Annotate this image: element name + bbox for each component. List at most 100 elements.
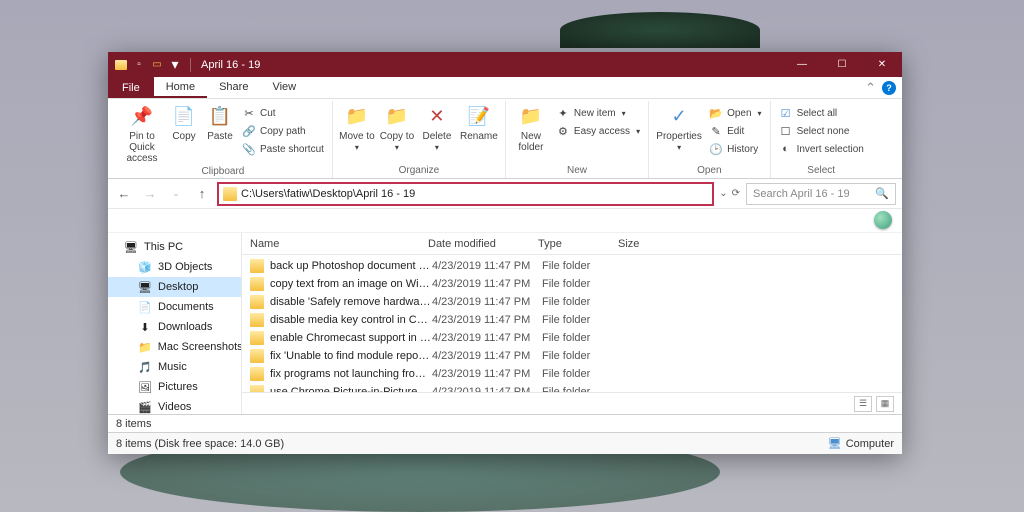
nav-item[interactable]: 🎵Music: [108, 357, 241, 377]
folder-icon: [250, 313, 264, 327]
nav-item[interactable]: ⬇Downloads: [108, 317, 241, 337]
column-headers[interactable]: Name Date modified Type Size: [242, 233, 902, 255]
file-row[interactable]: fix 'Unable to find module repositories'…: [242, 347, 902, 365]
properties-button[interactable]: ✓Properties▾: [655, 103, 703, 153]
copy-icon: 📄: [170, 105, 198, 129]
new-item-button[interactable]: ✦New item▾: [554, 105, 642, 121]
file-row[interactable]: enable Chromecast support in Chromiu...4…: [242, 329, 902, 347]
nav-item-icon: 🖼: [138, 380, 152, 394]
cut-button[interactable]: ✂Cut: [240, 105, 326, 121]
file-list[interactable]: back up Photoshop document presets 4/23/2…: [242, 255, 902, 392]
file-name: back up Photoshop document presets: [270, 260, 432, 272]
copyto-icon: 📁: [383, 105, 411, 129]
group-open-label: Open: [697, 163, 721, 178]
nav-item-icon: 📄: [138, 300, 152, 314]
copy-path-button[interactable]: 🔗Copy path: [240, 123, 326, 139]
address-dropdown-icon[interactable]: ⌄: [719, 188, 727, 199]
col-name[interactable]: Name: [250, 238, 428, 250]
back-button[interactable]: ←: [114, 184, 134, 204]
search-input[interactable]: Search April 16 - 19 🔍: [746, 183, 896, 205]
col-type[interactable]: Type: [538, 238, 618, 250]
paste-button[interactable]: 📋Paste: [204, 103, 236, 142]
copy-button[interactable]: 📄Copy: [168, 103, 200, 142]
file-type: File folder: [542, 368, 622, 380]
nav-item-icon: 📁: [138, 340, 152, 354]
file-name: copy text from an image on Windows 10: [270, 278, 432, 290]
tab-share[interactable]: Share: [207, 77, 260, 98]
invert-selection-button[interactable]: ◐Invert selection: [777, 141, 866, 157]
nav-this-pc[interactable]: 🖥This PC: [108, 237, 241, 257]
nav-item[interactable]: 🖥Desktop: [108, 277, 241, 297]
file-type: File folder: [542, 278, 622, 290]
file-type: File folder: [542, 260, 622, 272]
file-row[interactable]: copy text from an image on Windows 104/2…: [242, 275, 902, 293]
select-all-button[interactable]: ☑Select all: [777, 105, 866, 121]
titlebar[interactable]: ▫ ▭ ▾ April 16 - 19 — ☐ ✕: [108, 52, 902, 77]
computer-label: Computer: [846, 438, 894, 450]
status-bar: 8 items: [108, 414, 902, 432]
file-row[interactable]: back up Photoshop document presets4/23/2…: [242, 257, 902, 275]
nav-item-label: Mac Screenshots: [158, 341, 242, 353]
file-date: 4/23/2019 11:47 PM: [432, 314, 542, 326]
props-icon[interactable]: ▭: [150, 58, 164, 72]
edit-icon: ✎: [709, 124, 723, 138]
file-type: File folder: [542, 332, 622, 344]
close-button[interactable]: ✕: [862, 52, 902, 77]
shell-extension-icon[interactable]: [874, 211, 892, 229]
copy-to-button[interactable]: 📁Copy to▾: [379, 103, 415, 153]
forward-button[interactable]: →: [140, 184, 160, 204]
paste-shortcut-button[interactable]: 📎Paste shortcut: [240, 141, 326, 157]
computer-icon: 🖥: [828, 437, 842, 450]
nav-item[interactable]: 📄Documents: [108, 297, 241, 317]
icons-view-button[interactable]: ▦: [876, 396, 894, 412]
folder-icon: [250, 277, 264, 291]
maximize-button[interactable]: ☐: [822, 52, 862, 77]
new-folder-button[interactable]: 📁New folder: [512, 103, 550, 153]
qa-icon[interactable]: ▫: [132, 58, 146, 72]
recent-dropdown[interactable]: ⌄: [166, 184, 186, 204]
pin-quickaccess-button[interactable]: 📌Pin to Quick access: [120, 103, 164, 164]
nav-item[interactable]: 📁 Mac Screenshots: [108, 337, 241, 357]
move-to-button[interactable]: 📁Move to▾: [339, 103, 375, 153]
refresh-button[interactable]: ⟳: [732, 188, 740, 199]
address-bar-row: ← → ⌄ ↑ C:\Users\fatiw\Desktop\April 16 …: [108, 179, 902, 209]
navigation-pane[interactable]: 🖥This PC 🧊3D Objects🖥Desktop📄Documents⬇D…: [108, 233, 242, 414]
file-name: disable media key control in Chrome: [270, 314, 432, 326]
folder-icon: [250, 367, 264, 381]
nav-item[interactable]: 🎬Videos: [108, 397, 241, 414]
nav-item[interactable]: 🧊3D Objects: [108, 257, 241, 277]
ribbon-tabs: File Home Share View ⌃ ?: [108, 77, 902, 99]
easy-access-button[interactable]: ⚙Easy access▾: [554, 123, 642, 139]
group-new-label: New: [567, 163, 587, 178]
cut-icon: ✂: [242, 106, 256, 120]
file-row[interactable]: disable media key control in Chrome4/23/…: [242, 311, 902, 329]
delete-button[interactable]: ✕Delete▾: [419, 103, 455, 153]
up-button[interactable]: ↑: [192, 184, 212, 204]
col-size[interactable]: Size: [618, 238, 678, 250]
ribbon-collapse-icon[interactable]: ⌃: [865, 80, 876, 96]
col-date[interactable]: Date modified: [428, 238, 538, 250]
rename-button[interactable]: 📝Rename: [459, 103, 499, 142]
help-icon[interactable]: ?: [882, 81, 896, 95]
file-date: 4/23/2019 11:47 PM: [432, 332, 542, 344]
file-menu[interactable]: File: [108, 77, 154, 98]
tab-home[interactable]: Home: [154, 77, 207, 98]
file-row[interactable]: disable 'Safely remove hardware' feature…: [242, 293, 902, 311]
shortcut-icon: 📎: [242, 142, 256, 156]
open-button[interactable]: 📂Open▾: [707, 105, 763, 121]
file-row[interactable]: use Chrome Picture-in-Picture mode for .…: [242, 383, 902, 392]
edit-button[interactable]: ✎Edit: [707, 123, 763, 139]
minimize-button[interactable]: —: [782, 52, 822, 77]
nav-item[interactable]: 🖼Pictures: [108, 377, 241, 397]
file-view: Name Date modified Type Size back up Pho…: [242, 233, 902, 414]
address-path: C:\Users\fatiw\Desktop\April 16 - 19: [241, 188, 708, 200]
dropdown-icon[interactable]: ▾: [168, 58, 182, 72]
address-bar[interactable]: C:\Users\fatiw\Desktop\April 16 - 19: [218, 183, 713, 205]
select-none-button[interactable]: ☐Select none: [777, 123, 866, 139]
details-view-button[interactable]: ☰: [854, 396, 872, 412]
address-folder-icon: [223, 187, 237, 201]
history-button[interactable]: 🕑History: [707, 141, 763, 157]
tab-view[interactable]: View: [260, 77, 308, 98]
file-row[interactable]: fix programs not launching from Windo...…: [242, 365, 902, 383]
file-name: fix 'Unable to find module repositories'…: [270, 350, 432, 362]
